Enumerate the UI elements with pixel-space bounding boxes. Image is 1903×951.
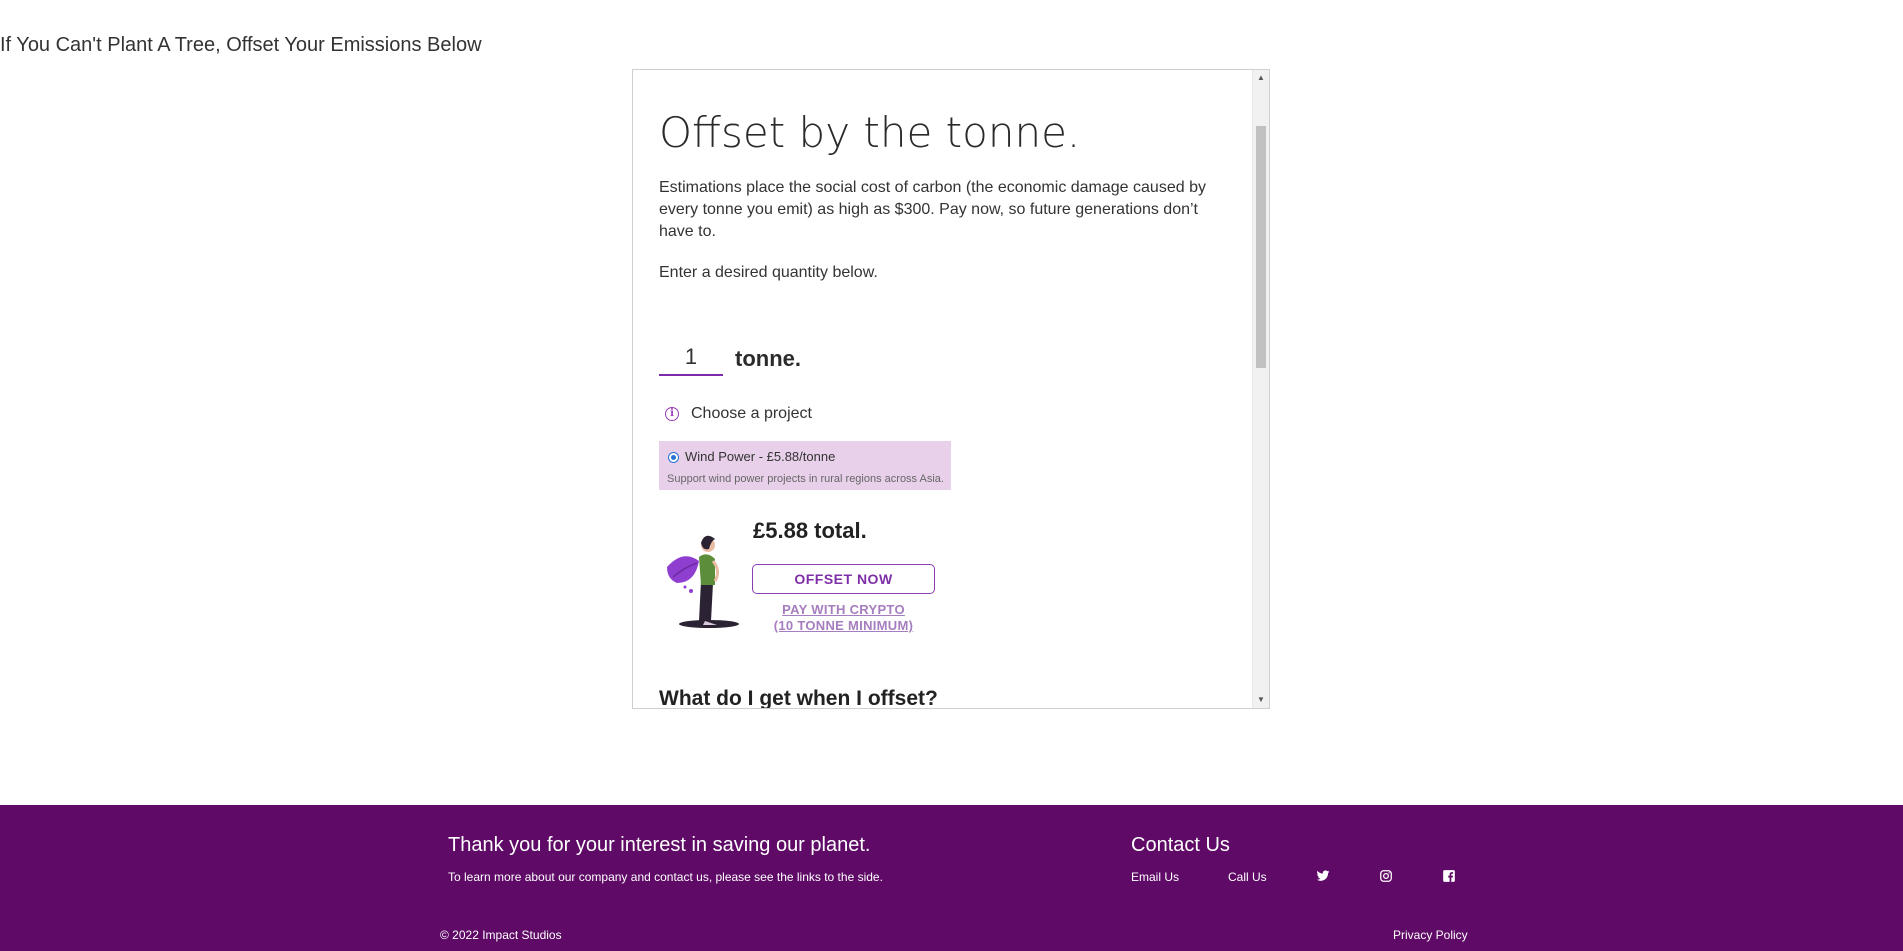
scrollbar-thumb[interactable] <box>1256 126 1266 368</box>
project-option-wind-power[interactable]: Wind Power - £5.88/tonne Support wind po… <box>659 441 951 490</box>
pay-with-crypto-link[interactable]: PAY WITH CRYPTO (10 TONNE MINIMUM) <box>752 602 935 634</box>
widget-description: Estimations place the social cost of car… <box>659 179 1206 240</box>
instagram-icon[interactable] <box>1379 869 1393 883</box>
project-description: Support wind power projects in rural reg… <box>667 473 944 485</box>
privacy-policy-link[interactable]: Privacy Policy <box>1393 928 1468 942</box>
scroll-up-arrow-icon[interactable]: ▲ <box>1253 70 1269 86</box>
scroll-down-arrow-icon[interactable]: ▼ <box>1253 692 1269 708</box>
widget-scrollbar[interactable]: ▲ ▼ <box>1252 70 1269 708</box>
facebook-icon[interactable] <box>1442 869 1456 883</box>
info-icon[interactable]: i <box>665 407 679 421</box>
offset-now-button[interactable]: OFFSET NOW <box>752 564 935 594</box>
offset-widget-frame: Offset by the tonne. Estimations place t… <box>632 69 1270 709</box>
project-radio[interactable] <box>668 452 679 463</box>
footer-learn-more-text: To learn more about our company and cont… <box>448 870 883 884</box>
project-name: Wind Power - £5.88/tonne <box>685 449 836 464</box>
quantity-input[interactable] <box>659 340 723 376</box>
quantity-row: tonne. <box>659 340 959 380</box>
call-us-link[interactable]: Call Us <box>1228 870 1267 884</box>
quantity-instruction: Enter a desired quantity below. <box>659 264 878 281</box>
faq-heading: What do I get when I offset? <box>659 687 938 709</box>
widget-title: Offset by the tonne. <box>659 108 1081 157</box>
person-holding-leaf-illustration <box>667 535 739 628</box>
email-us-link[interactable]: Email Us <box>1131 870 1179 884</box>
crypto-link-line1: PAY WITH CRYPTO <box>782 602 905 617</box>
footer-thanks-heading: Thank you for your interest in saving ou… <box>448 834 871 856</box>
twitter-icon[interactable] <box>1316 869 1330 883</box>
copyright-text: © 2022 Impact Studios <box>440 928 562 942</box>
contact-us-heading: Contact Us <box>1131 834 1230 856</box>
site-footer: Thank you for your interest in saving ou… <box>0 805 1903 951</box>
order-total: £5.88 total. <box>753 518 867 543</box>
crypto-link-line2: (10 TONNE MINIMUM) <box>773 618 914 633</box>
choose-project-label: Choose a project <box>691 405 812 422</box>
page-heading: If You Can't Plant A Tree, Offset Your E… <box>0 34 482 56</box>
quantity-unit-label: tonne. <box>735 346 801 371</box>
